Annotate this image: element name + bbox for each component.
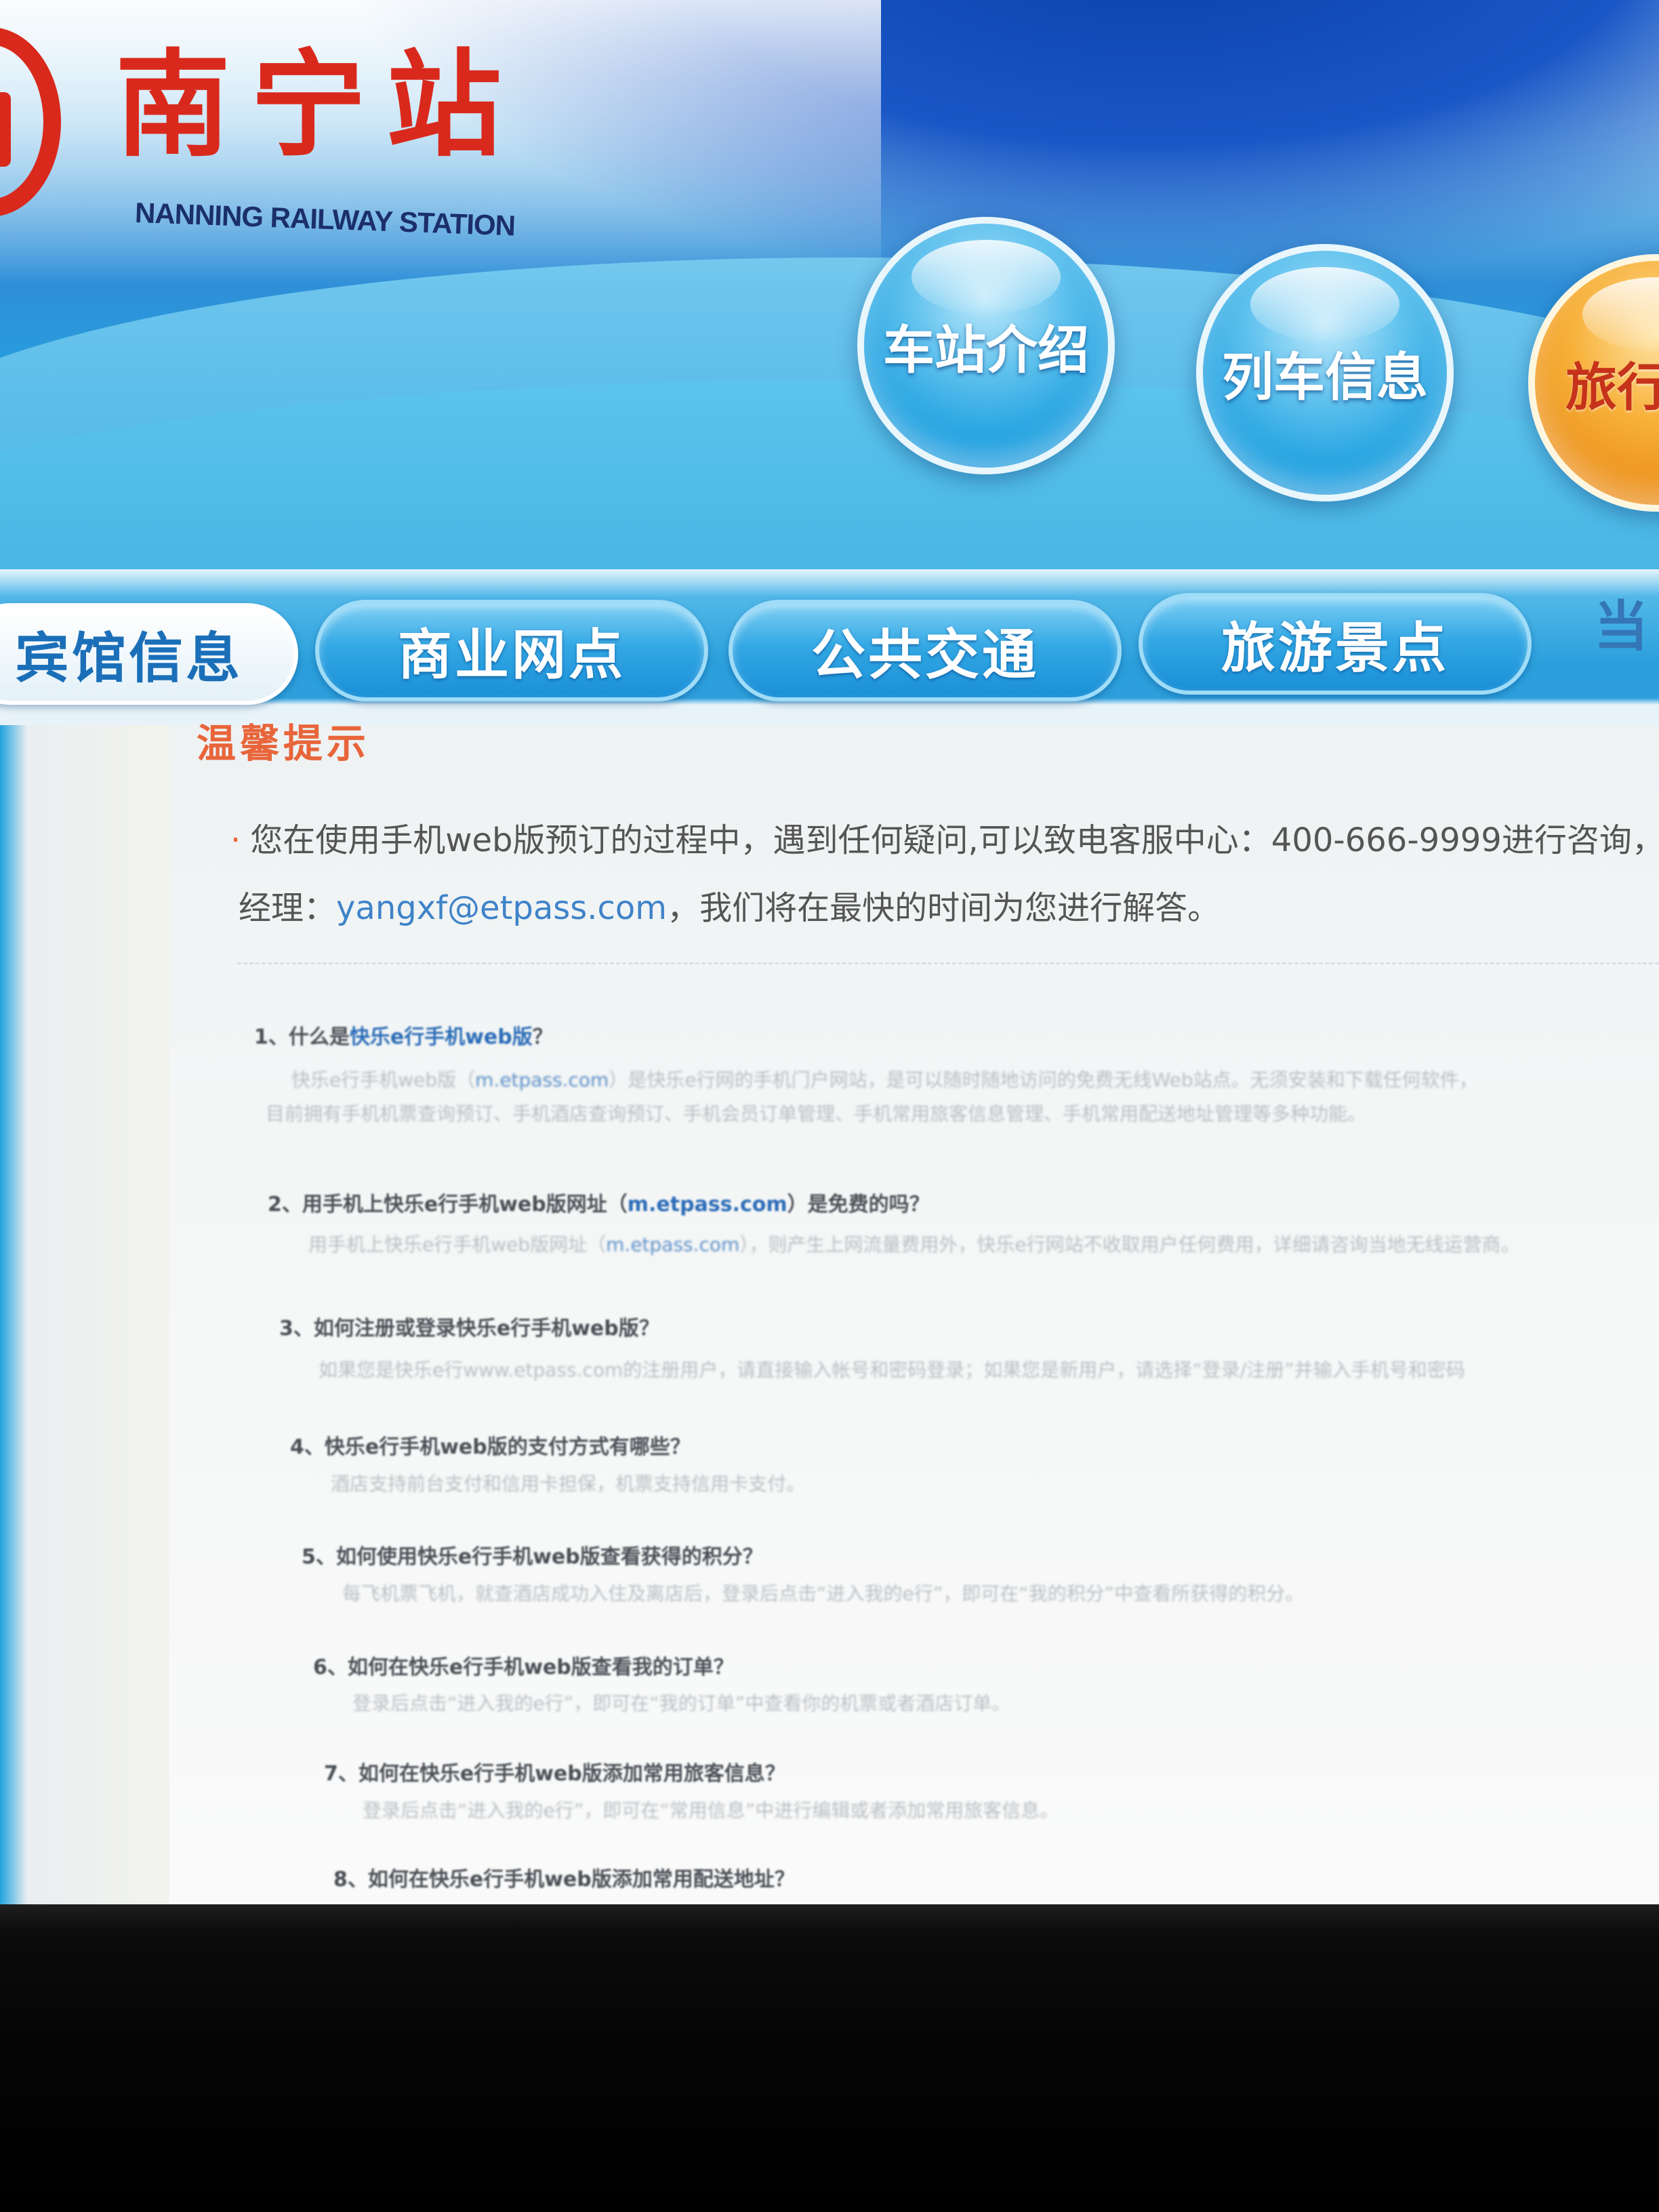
site-header: 南宁站 NANNING RAILWAY STATION 车站介绍 列车信息 旅行 (0, 0, 1659, 732)
bullet-icon: · (230, 821, 241, 859)
tips-heading: 温馨提示 (197, 720, 371, 766)
faq-question: 1、什么是快乐e行手机web版？ (254, 1025, 553, 1049)
tips-line-2: 经理：yangxf@etpass.com，我们将在最快的时间为您进行解答。 (239, 881, 1220, 928)
faq-question: 4、快乐e行手机web版的支付方式有哪些？ (290, 1435, 691, 1459)
tab-public-transport[interactable]: 公共交通 (729, 600, 1122, 701)
nav-bubble-label: 列车信息 (1222, 347, 1428, 407)
faq-answer: 登录后点击“进入我的e行”，即可在“常用信息”中进行编辑或者添加常用旅客信息。 (363, 1799, 1059, 1822)
monitor-bezel (0, 1904, 1659, 2212)
tab-label: 旅游景点 (1221, 617, 1449, 680)
nav-bubble-label: 车站介绍 (883, 320, 1089, 380)
section-divider (237, 962, 1659, 964)
faq-answer: 登录后点击“进入我的e行”，即可在“我的订单”中查看你的机票或者酒店订单。 (352, 1692, 1011, 1715)
left-sidebar (0, 725, 169, 1918)
nav-bubble-station-intro[interactable]: 车站介绍 (857, 217, 1115, 474)
tips-text-suffix: ，我们将在最快的时间为您进行解答。 (667, 889, 1221, 927)
tab-commercial-outlets[interactable]: 商业网点 (315, 600, 708, 701)
faq-question: 2、用手机上快乐e行手机web版网址（m.etpass.com）是免费的吗？ (268, 1193, 930, 1216)
faq-answer: 快乐e行手机web版（m.etpass.com）是快乐e行网的手机门户网站，是可… (291, 1069, 1478, 1091)
faq-question: 3、如何注册或登录快乐e行手机web版？ (279, 1317, 659, 1340)
tips-text: 您在使用手机web版预订的过程中，遇到任何疑问,可以致电客服中心：400-666… (250, 821, 1659, 859)
tips-line-1: · 您在使用手机web版预订的过程中，遇到任何疑问,可以致电客服中心：400-66… (230, 813, 1659, 861)
faq-answer: 如果您是快乐e行www.etpass.com的注册用户，请直接输入帐号和密码登录… (319, 1359, 1465, 1381)
browser-screen: 南宁站 NANNING RAILWAY STATION 车站介绍 列车信息 旅行… (0, 0, 1659, 1918)
tab-tourist-attractions[interactable]: 旅游景点 (1139, 593, 1532, 695)
faq-answer: 目前拥有手机机票查询预订、手机酒店查询预订、手机会员订单管理、手机常用旅客信息管… (266, 1103, 1367, 1125)
nav-bubble-label: 旅行 (1565, 357, 1659, 417)
tab-bar: 宾馆信息 商业网点 公共交通 旅游景点 (0, 569, 1659, 725)
faq-answer: 每飞机票飞机，就查酒店成功入住及离店后，登录后点击“进入我的e行”，即可在“我的… (342, 1582, 1305, 1605)
tab-hotel-info[interactable]: 宾馆信息 (0, 603, 298, 705)
faq-question: 6、如何在快乐e行手机web版查看我的订单？ (313, 1656, 734, 1679)
faq-question: 5、如何使用快乐e行手机web版查看获得的积分？ (302, 1545, 763, 1569)
tab-partial-cut-off[interactable]: 当 (1594, 583, 1648, 661)
faq-question: 7、如何在快乐e行手机web版添加常用旅客信息？ (324, 1762, 785, 1786)
faq-answer: 用手机上快乐e行手机web版网址（m.etpass.com），则产生上网流量费用… (308, 1233, 1520, 1256)
faq-question: 8、如何在快乐e行手机web版添加常用配送地址？ (333, 1868, 795, 1891)
tab-label: 宾馆信息 (15, 627, 243, 690)
tab-label: 公共交通 (811, 623, 1039, 687)
tips-text-prefix: 经理： (239, 889, 337, 927)
nav-bubble-train-info[interactable]: 列车信息 (1196, 244, 1454, 501)
contact-email-link[interactable]: yangxf@etpass.com (336, 889, 667, 927)
site-logo-title[interactable]: 南宁站 (115, 37, 522, 173)
faq-answer: 酒店支持前台支付和信用卡担保，机票支持信用卡支付。 (331, 1473, 806, 1495)
tab-label: 商业网点 (398, 623, 626, 687)
